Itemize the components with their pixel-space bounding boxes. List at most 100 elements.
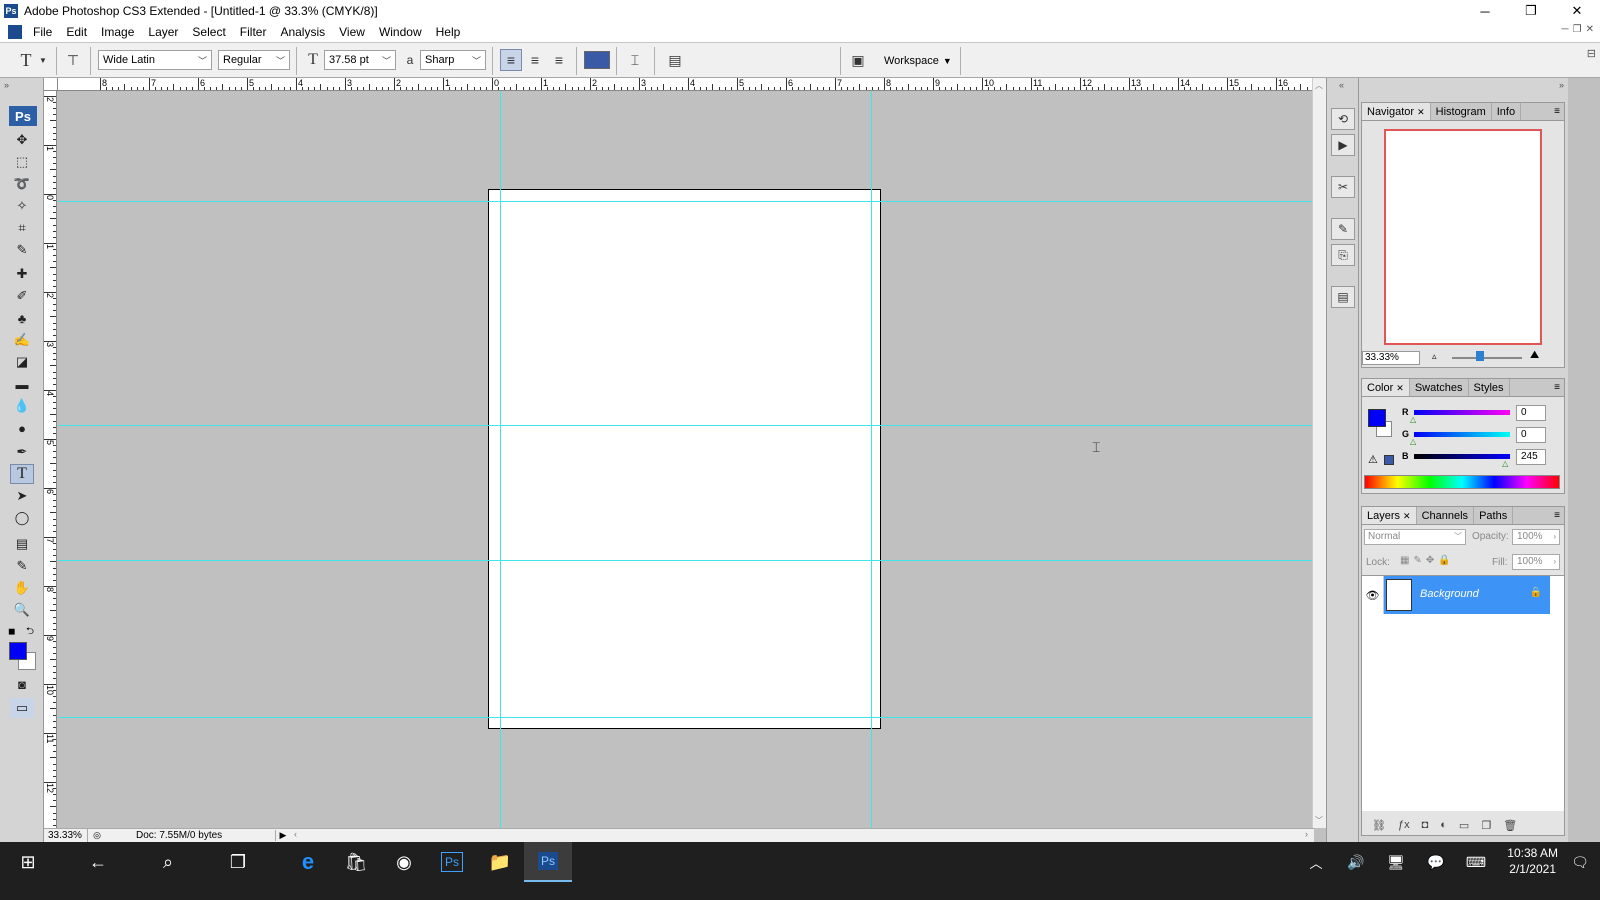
tab-info[interactable]: Info: [1492, 103, 1522, 120]
notifications-icon[interactable]: 🗨: [1560, 842, 1600, 882]
lock-all-icon[interactable]: 🔒: [1438, 555, 1450, 566]
color-foreground-swatch[interactable]: [1368, 409, 1386, 427]
clone-source-panel-icon[interactable]: ⎘: [1331, 244, 1355, 266]
layer-row[interactable]: Background 🔒: [1384, 576, 1550, 614]
ruler-origin[interactable]: [44, 78, 58, 91]
photoshop-taskbar-icon[interactable]: Ps: [428, 842, 476, 882]
swap-colors-icon[interactable]: ⮌: [26, 624, 34, 641]
doc-close-icon[interactable]: ✕: [1586, 24, 1594, 35]
scroll-right-icon[interactable]: ›: [1305, 829, 1308, 839]
file-explorer-icon[interactable]: 📁: [476, 842, 524, 882]
zoom-tool-icon[interactable]: 🔍: [10, 600, 34, 620]
tab-channels[interactable]: Channels: [1417, 507, 1475, 524]
blur-tool-icon[interactable]: 💧: [10, 396, 34, 416]
history-brush-tool-icon[interactable]: ✍: [10, 330, 34, 350]
menu-edit[interactable]: Edit: [59, 25, 94, 39]
menu-image[interactable]: Image: [94, 25, 141, 39]
fill-input[interactable]: 100% ›: [1512, 554, 1560, 570]
close-icon[interactable]: ✕: [1403, 511, 1411, 521]
show-hidden-icons-chevron-icon[interactable]: ︿: [1300, 842, 1332, 882]
edge-browser-icon[interactable]: e: [284, 842, 332, 882]
new-layer-icon[interactable]: ❐: [1481, 819, 1491, 832]
photoshop-active-icon[interactable]: Ps: [524, 842, 572, 882]
r-value-input[interactable]: 0: [1516, 405, 1546, 421]
type-tool-preset-icon[interactable]: T: [14, 49, 38, 71]
chevron-down-icon[interactable]: ﹀: [382, 54, 391, 67]
panel-menu-icon[interactable]: ≡: [1554, 507, 1564, 524]
scroll-up-icon[interactable]: ︿: [1315, 80, 1323, 91]
color-spectrum-bar[interactable]: [1364, 475, 1560, 489]
foreground-color-swatch[interactable]: [9, 642, 27, 660]
gradient-tool-icon[interactable]: ▬: [10, 374, 34, 394]
layer-name[interactable]: Background: [1420, 588, 1479, 600]
lock-pixels-icon[interactable]: ✎: [1413, 555, 1421, 566]
brushes-panel-icon[interactable]: ✎: [1331, 218, 1355, 240]
horizontal-guide[interactable]: [58, 201, 1312, 202]
menu-view[interactable]: View: [332, 25, 372, 39]
font-size-input[interactable]: 37.58 pt ﹀: [324, 50, 396, 70]
horizontal-scrollbar[interactable]: ‹ ›: [290, 828, 1314, 843]
layer-style-icon[interactable]: ƒx: [1398, 819, 1410, 831]
scroll-left-icon[interactable]: ‹: [294, 829, 297, 839]
ellipse-tool-icon[interactable]: ◯: [10, 508, 34, 528]
scroll-down-icon[interactable]: ﹀: [1315, 815, 1323, 826]
crop-tool-icon[interactable]: ⌗: [10, 218, 34, 238]
r-slider-thumb-icon[interactable]: △: [1410, 415, 1416, 424]
menu-analysis[interactable]: Analysis: [273, 25, 332, 39]
status-menu-arrow-icon[interactable]: ▶: [276, 830, 290, 841]
doc-minimize-icon[interactable]: ─: [1562, 24, 1569, 35]
close-icon[interactable]: ✕: [1417, 107, 1425, 117]
zoom-out-icon[interactable]: ▵: [1432, 351, 1437, 362]
font-style-select[interactable]: Regular ﹀: [218, 50, 290, 70]
taskbar-clock[interactable]: 10:38 AM 2/1/2021: [1507, 845, 1558, 877]
tab-color[interactable]: Color ✕: [1362, 379, 1410, 396]
text-color-swatch[interactable]: [584, 51, 610, 69]
layer-mask-icon[interactable]: ◘: [1422, 819, 1429, 831]
quick-mask-icon[interactable]: ◙: [10, 674, 34, 694]
tab-paths[interactable]: Paths: [1474, 507, 1514, 524]
gamut-color-swatch[interactable]: [1384, 455, 1394, 465]
horizontal-guide[interactable]: [58, 425, 1312, 426]
path-selection-tool-icon[interactable]: ➤: [10, 486, 34, 506]
horizontal-guide[interactable]: [58, 560, 1312, 561]
panel-collapse-icon[interactable]: »: [4, 80, 9, 90]
chrome-browser-icon[interactable]: ◉: [380, 842, 428, 882]
history-panel-icon[interactable]: ⟲: [1331, 108, 1355, 130]
warp-text-icon[interactable]: ⌶: [624, 49, 646, 71]
doc-restore-icon[interactable]: ❐: [1573, 24, 1582, 35]
actions-panel-icon[interactable]: ▶: [1331, 134, 1355, 156]
keyboard-icon[interactable]: ⌨: [1460, 842, 1492, 882]
document-icon[interactable]: [8, 25, 22, 39]
back-arrow-icon[interactable]: ←: [74, 842, 122, 882]
clone-stamp-tool-icon[interactable]: ♣: [10, 308, 34, 328]
minimize-button[interactable]: ─: [1462, 0, 1508, 22]
start-windows-icon[interactable]: ⊞: [4, 842, 52, 882]
hand-tool-icon[interactable]: ✋: [10, 578, 34, 598]
link-layers-icon[interactable]: ⛓: [1372, 819, 1386, 832]
magic-wand-tool-icon[interactable]: ✧: [10, 196, 34, 216]
zoom-slider-thumb[interactable]: [1476, 351, 1484, 361]
action-center-icon[interactable]: 💬: [1420, 842, 1452, 882]
tab-swatches[interactable]: Swatches: [1410, 379, 1469, 396]
expand-dock-icon[interactable]: «: [1339, 80, 1344, 90]
move-tool-icon[interactable]: ✥: [10, 130, 34, 150]
g-slider[interactable]: [1414, 432, 1510, 437]
search-icon[interactable]: ⌕: [144, 842, 192, 882]
g-slider-thumb-icon[interactable]: △: [1410, 437, 1416, 446]
status-icon[interactable]: ◎: [88, 830, 106, 841]
notes-tool-icon[interactable]: ▤: [10, 534, 34, 554]
vertical-scrollbar[interactable]: ︿ ﹀: [1312, 78, 1326, 828]
tab-styles[interactable]: Styles: [1469, 379, 1510, 396]
type-tool-icon[interactable]: T: [10, 464, 34, 484]
navigator-zoom-input[interactable]: 33.33%: [1362, 351, 1420, 365]
lock-position-icon[interactable]: ✥: [1426, 555, 1434, 566]
b-value-input[interactable]: 245: [1516, 449, 1546, 465]
menu-help[interactable]: Help: [429, 25, 468, 39]
marquee-tool-icon[interactable]: ⬚: [10, 152, 34, 172]
panel-menu-icon[interactable]: ≡: [1554, 379, 1564, 396]
menu-filter[interactable]: Filter: [233, 25, 274, 39]
blend-mode-select[interactable]: Normal ﹀: [1364, 529, 1466, 545]
align-left-icon[interactable]: ≡: [500, 49, 522, 71]
restore-button[interactable]: ❐: [1508, 0, 1554, 22]
preset-dropdown-icon[interactable]: ▼: [38, 51, 48, 69]
